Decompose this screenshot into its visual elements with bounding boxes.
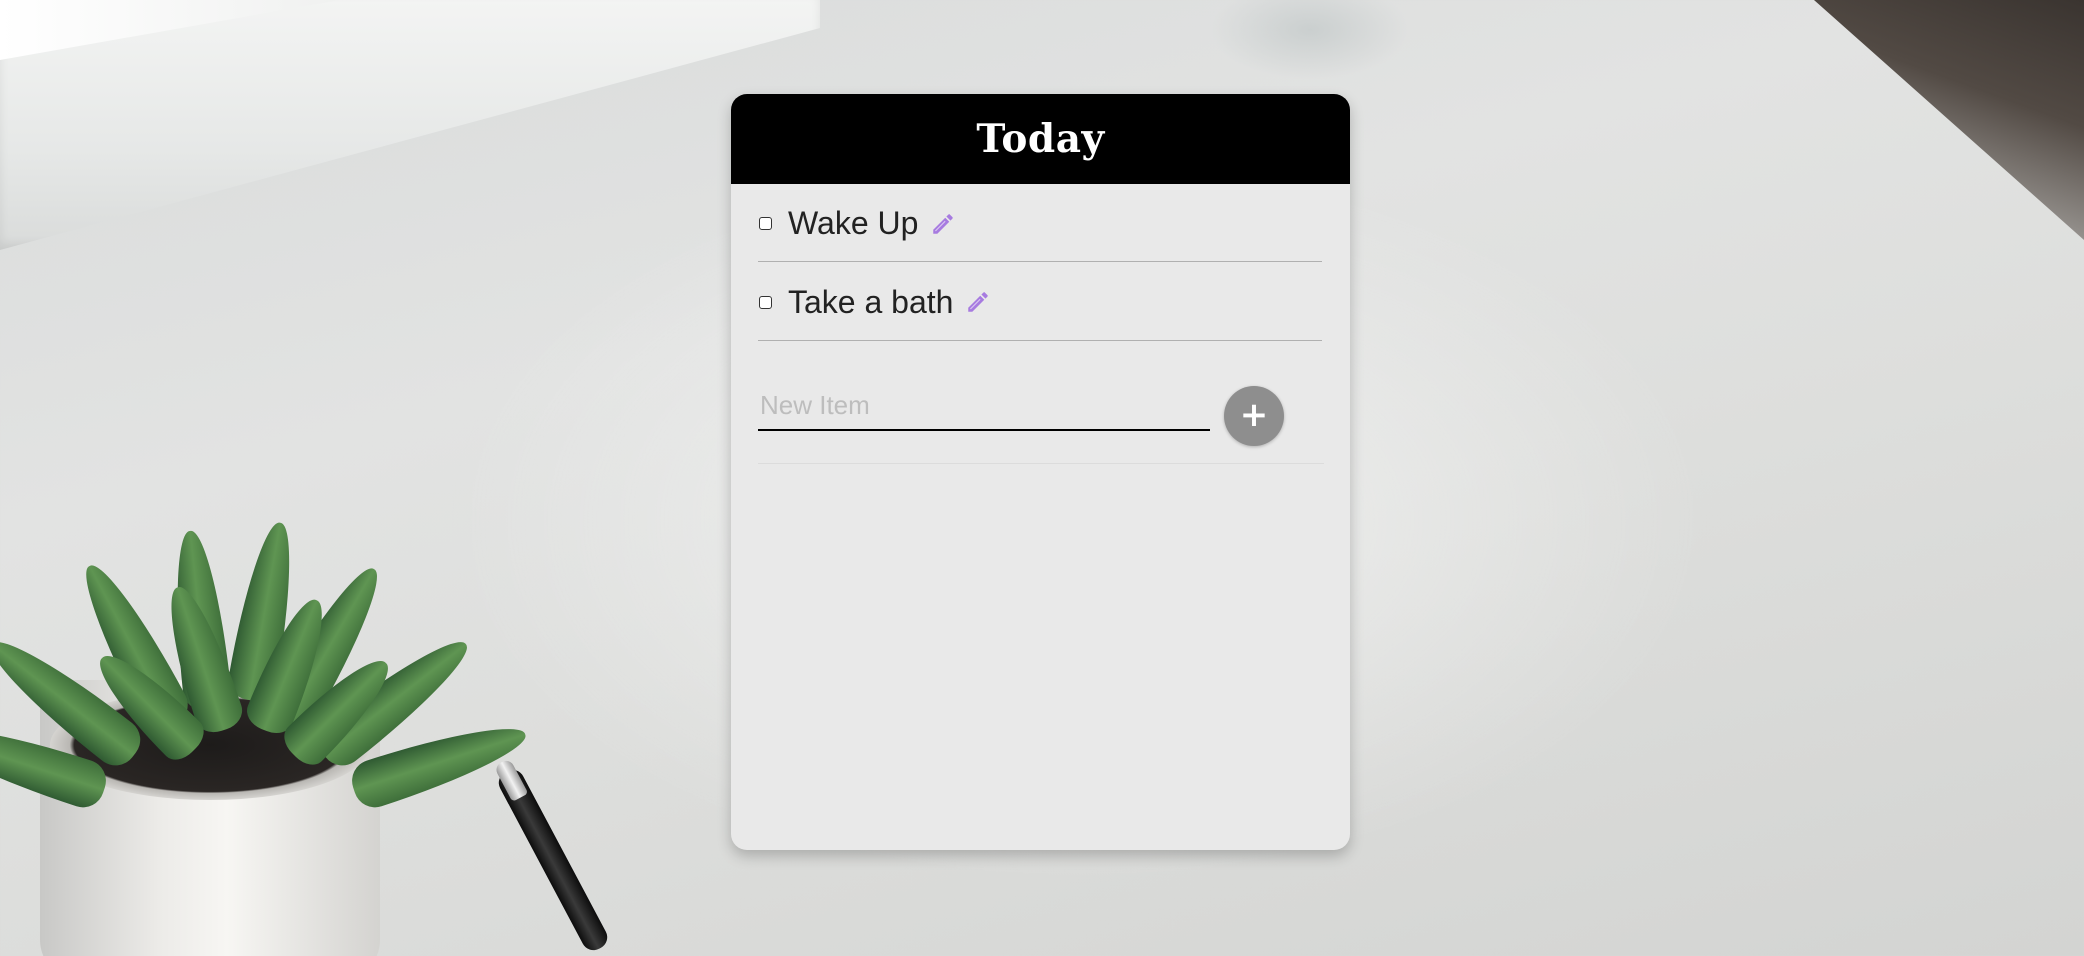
todo-checkbox[interactable]	[759, 217, 772, 230]
drinking-glass	[1210, 0, 1410, 80]
window-glass	[0, 0, 340, 60]
new-item-input[interactable]	[758, 381, 1210, 431]
card-header: Today	[731, 94, 1350, 184]
pen	[494, 765, 612, 955]
window-sill	[0, 0, 820, 250]
pen-clip	[493, 758, 529, 802]
todo-item: Take a bath	[758, 262, 1322, 341]
pencil-icon[interactable]	[928, 209, 958, 239]
plant-soil	[50, 690, 370, 800]
shadow-corner	[1814, 0, 2084, 240]
plant-pot	[40, 680, 380, 956]
todo-item-label: Wake Up	[788, 205, 919, 241]
new-item-form: +	[758, 341, 1324, 464]
todo-list: Wake Up Take a bath	[731, 184, 1350, 341]
todo-card: Today Wake Up Take a bath New Item +	[731, 94, 1350, 850]
pencil-icon[interactable]	[963, 287, 993, 317]
card-title: Today	[976, 116, 1105, 162]
todo-item: Wake Up	[758, 184, 1322, 262]
plus-icon: +	[1239, 395, 1269, 435]
add-item-button[interactable]: +	[1224, 386, 1284, 446]
todo-checkbox[interactable]	[759, 295, 772, 309]
todo-item-label: Take a bath	[788, 283, 954, 320]
